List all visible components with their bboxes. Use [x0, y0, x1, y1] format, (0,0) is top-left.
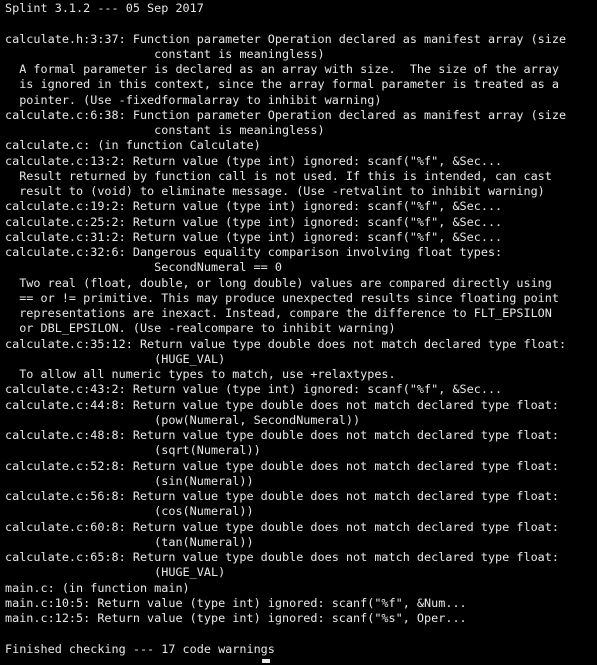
terminal-line: calculate.h:3:37: Function parameter Ope…: [5, 31, 567, 46]
terminal-line: (tan(Numeral)): [5, 534, 254, 549]
terminal-line: main.c:12:5: Return value (type int) ign…: [5, 611, 467, 625]
terminal-line: calculate.c:56:8: Return value type doub…: [5, 489, 559, 503]
terminal-line: calculate.c:44:8: Return value type doub…: [5, 397, 559, 412]
terminal-line: (sqrt(Numeral)): [5, 443, 261, 458]
terminal-line: or DBL_EPSILON. (Use -realcompare to inh…: [5, 321, 396, 336]
terminal-line: A formal parameter is declared as an arr…: [5, 62, 559, 76]
terminal-line: main.c: (in function main): [5, 580, 190, 595]
terminal-line: (cos(Numeral)): [5, 504, 254, 519]
terminal-line: is ignored in this context, since the ar…: [5, 77, 559, 92]
terminal-line: (pow(Numeral, SecondNumeral)): [5, 412, 361, 427]
terminal-line: calculate.c:60:8: Return value type doub…: [5, 519, 559, 534]
terminal-line: calculate.c:35:12: Return value type dou…: [5, 336, 567, 351]
terminal-line: calculate.c:25:2: Return value (type int…: [5, 214, 503, 229]
terminal-line: Finished checking --- 17 code warnings: [5, 641, 275, 656]
terminal-line: constant is meaningless): [5, 123, 325, 137]
terminal-line: To allow all numeric types to match, use…: [5, 367, 396, 381]
terminal-line: (sin(Numeral)): [5, 473, 254, 488]
terminal-line: pointer. (Use -fixedformalarray to inhib…: [5, 92, 382, 107]
terminal-window[interactable]: Splint 3.1.2 --- 05 Sep 2017 calculate.h:…: [0, 0, 597, 665]
terminal-line: calculate.c:48:8: Return value type doub…: [5, 428, 559, 442]
terminal-line: calculate.c:6:38: Function parameter Ope…: [5, 107, 567, 122]
terminal-line: SecondNumeral == 0: [5, 260, 282, 275]
terminal-line: calculate.c:13:2: Return value (type int…: [5, 153, 503, 168]
terminal-line: Splint 3.1.2 --- 05 Sep 2017: [5, 1, 204, 15]
terminal-line: main.c:10:5: Return value (type int) ign…: [5, 595, 467, 610]
terminal-line: Result returned by function call is not …: [5, 168, 552, 183]
terminal-line: constant is meaningless): [5, 46, 325, 61]
terminal-line: calculate.c:43:2: Return value (type int…: [5, 382, 503, 397]
terminal-cursor: [262, 659, 270, 663]
terminal-line: == or != primitive. This may produce une…: [5, 290, 559, 305]
terminal-line: calculate.c:65:8: Return value type doub…: [5, 550, 559, 564]
terminal-line: result to (void) to eliminate message. (…: [5, 184, 545, 198]
terminal-line: (HUGE_VAL): [5, 351, 226, 366]
terminal-line: calculate.c:32:6: Dangerous equality com…: [5, 245, 503, 259]
terminal-line: representations are inexact. Instead, co…: [5, 306, 552, 320]
terminal-line: calculate.c:31:2: Return value (type int…: [5, 229, 503, 244]
terminal-line: (HUGE_VAL): [5, 565, 226, 580]
terminal-line: calculate.c:19:2: Return value (type int…: [5, 199, 503, 214]
terminal-line: calculate.c: (in function Calculate): [5, 138, 261, 153]
terminal-line: calculate.c:52:8: Return value type doub…: [5, 458, 559, 473]
terminal-line: Two real (float, double, or long double)…: [5, 275, 552, 290]
